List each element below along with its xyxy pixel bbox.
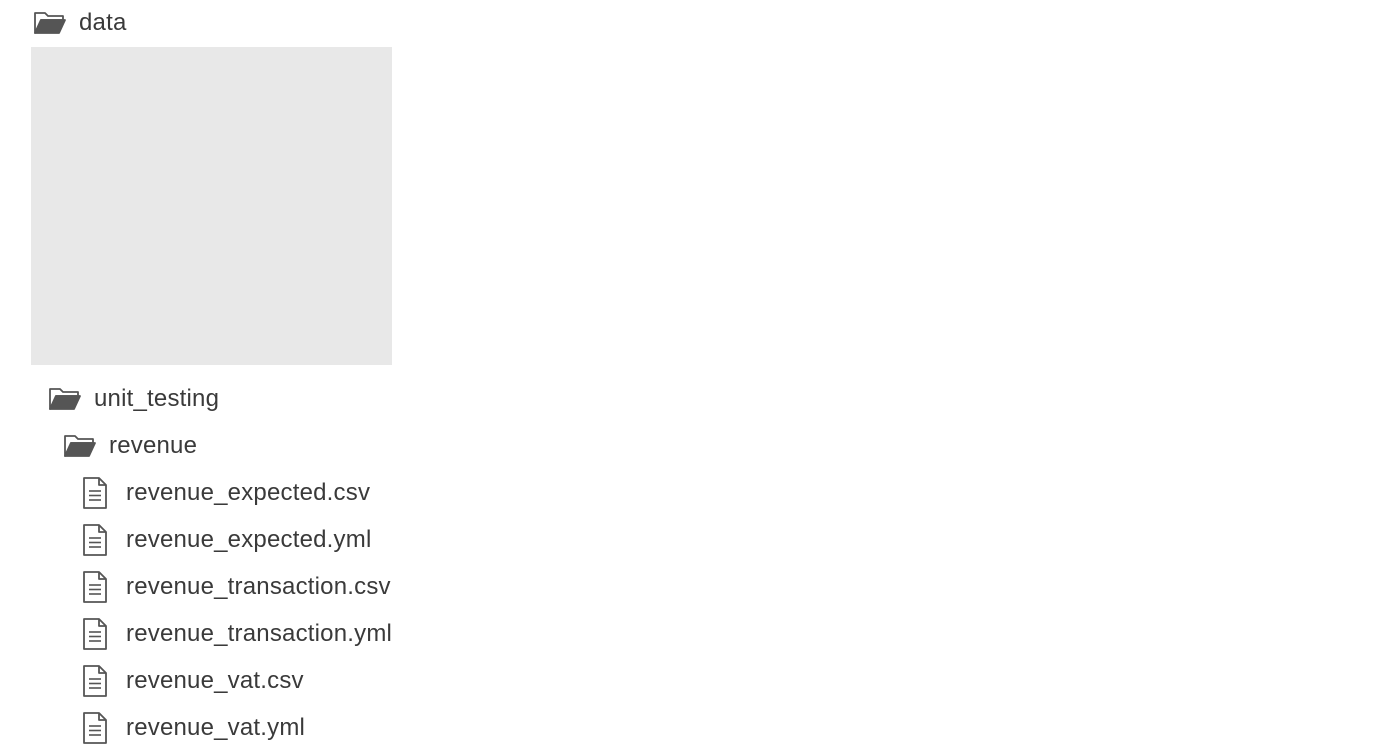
folder-unit-testing[interactable]: unit_testing: [49, 379, 219, 419]
file-text-icon: [83, 712, 107, 744]
file-revenue-transaction-yml[interactable]: revenue_transaction.yml: [82, 614, 392, 654]
file-revenue-vat-csv[interactable]: revenue_vat.csv: [82, 661, 304, 701]
folder-revenue[interactable]: revenue: [64, 426, 197, 466]
file-label: revenue_vat.csv: [126, 667, 304, 694]
file-label: revenue_expected.csv: [126, 479, 371, 506]
file-text-icon: [83, 477, 107, 509]
file-revenue-transaction-csv[interactable]: revenue_transaction.csv: [82, 567, 391, 607]
file-label: revenue_transaction.csv: [126, 573, 391, 600]
folder-open-icon: [34, 12, 66, 34]
file-text-icon: [83, 524, 107, 556]
file-revenue-expected-csv[interactable]: revenue_expected.csv: [82, 473, 370, 513]
file-label: revenue_vat.yml: [126, 714, 306, 741]
file-revenue-vat-yml[interactable]: revenue_vat.yml: [82, 708, 305, 748]
folder-label: revenue: [109, 432, 198, 459]
file-text-icon: [83, 618, 107, 650]
file-label: revenue_transaction.yml: [126, 620, 393, 647]
file-label: revenue_expected.yml: [126, 526, 372, 553]
folder-open-icon: [49, 388, 81, 410]
file-text-icon: [83, 571, 107, 603]
file-text-icon: [83, 665, 107, 697]
folder-label: unit_testing: [94, 385, 220, 412]
folder-label: data: [79, 9, 127, 36]
file-revenue-expected-yml[interactable]: revenue_expected.yml: [82, 520, 371, 560]
folder-open-icon: [64, 435, 96, 457]
redacted-block: [31, 47, 392, 365]
folder-data[interactable]: data: [34, 3, 127, 43]
